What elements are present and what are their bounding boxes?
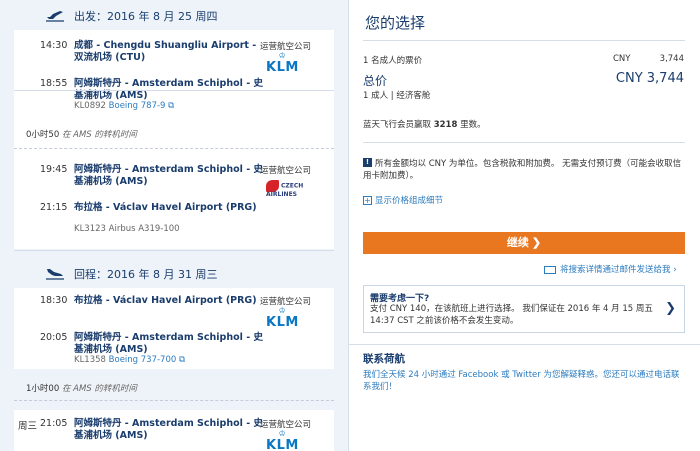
price-details-link[interactable]: + 显示价格组成细节 — [363, 194, 443, 206]
dep-place: 成都 - Chengdu Shuangliu Airport - 双流机场 (C… — [74, 40, 257, 63]
dep-time: 21:05 — [40, 418, 68, 429]
dep-place: 阿姆斯特丹 - Amsterdam Schiphol - 史基浦机场 (AMS) — [74, 418, 263, 441]
aircraft-link[interactable]: Boeing 737-700 — [109, 355, 177, 365]
summary-title: 您的选择 — [365, 14, 426, 32]
adult-fare-label: 1 名成人的票价 — [363, 56, 423, 66]
klm-logo: ♔ KLM — [266, 429, 299, 451]
contact-body[interactable]: 我们全天候 24 小时通过 Facebook 或 Twitter 为您解疑释惑。… — [363, 369, 685, 393]
dep-time: 19:45 — [40, 164, 68, 175]
total-sub: 1 成人 | 经济客舱 — [363, 91, 431, 101]
adult-fare-currency: CNY — [613, 54, 631, 64]
outbound-date: 出发：2016 年 8 月 25 周四 — [74, 10, 218, 23]
return-header: 回程：2016 年 8 月 31 周三 — [44, 264, 217, 284]
notice-body: 支付 CNY 140，在该航班上进行选择。 我们保证在 2016 年 4 月 1… — [370, 304, 653, 326]
total-value: CNY 3,744 — [615, 71, 684, 86]
arr-place: 布拉格 - Václav Havel Airport (PRG) — [74, 202, 257, 213]
summary-panel: 您的选择 1 名成人的票价 CNY 3,744 总价 CNY 3,744 1 成… — [348, 0, 700, 344]
plane-landing-icon — [46, 269, 64, 280]
carrier-label: 运营航空公司 — [260, 166, 312, 176]
arr-place: 阿姆斯特丹 - Amsterdam Schiphol - 史基浦机场 (AMS) — [74, 332, 263, 355]
dep-time: 14:30 — [40, 40, 68, 51]
crown-icon: ♔ — [278, 306, 287, 315]
plane-takeoff-icon — [46, 11, 64, 22]
dep-place: 阿姆斯特丹 - Amsterdam Schiphol - 史基浦机场 (AMS) — [74, 164, 263, 187]
klm-logo: ♔ KLM — [266, 306, 299, 331]
arr-time: 20:05 — [40, 332, 68, 343]
contact-title: 联系荷航 — [363, 353, 405, 365]
layover-info: 0小时50 在 AMS 的转机时间 — [26, 130, 137, 140]
plus-icon: + — [363, 196, 372, 205]
mail-icon — [544, 265, 556, 274]
external-link-icon[interactable]: ⧉ — [168, 101, 174, 111]
price-hold-notice[interactable]: 需要考虑一下? 支付 CNY 140，在该航班上进行选择。 我们保证在 2016… — [363, 285, 685, 333]
outbound-header: 出发：2016 年 8 月 25 周四 — [44, 6, 217, 26]
return-date: 回程：2016 年 8 月 31 周三 — [74, 268, 218, 281]
flight-number: KL3123 Airbus A319-100 — [74, 224, 180, 234]
dep-place: 布拉格 - Václav Havel Airport (PRG) — [74, 295, 257, 306]
crown-icon: ♔ — [278, 429, 287, 438]
summary-column: 您的选择 1 名成人的票价 CNY 3,744 总价 CNY 3,744 1 成… — [348, 0, 700, 451]
dep-time: 18:30 — [40, 295, 68, 306]
chevron-right-icon[interactable]: ❯ — [665, 301, 676, 316]
layover-info: 1小时00 在 AMS 的转机时间 — [26, 384, 137, 394]
itinerary-column: 出发：2016 年 8 月 25 周四 14:30 成都 - Chengdu S… — [0, 0, 348, 451]
aircraft-link[interactable]: Boeing 787-9 — [109, 101, 166, 111]
outbound-segment-2: 19:45 阿姆斯特丹 - Amsterdam Schiphol - 史基浦机场… — [14, 156, 334, 236]
return-segment-2: 周三 21:05 阿姆斯特丹 - Amsterdam Schiphol - 史基… — [14, 410, 334, 451]
czech-airlines-logo: CZECH AIRLINES — [266, 180, 334, 198]
continue-button[interactable]: 继续 ❯ — [363, 232, 685, 254]
flight-number: KL1358 Boeing 737-700 ⧉ — [74, 355, 186, 365]
flight-number: KL0892 Boeing 787-9 ⧉ — [74, 101, 175, 111]
info-note: ! 所有金额均以 CNY 为单位。包含税款和附加费。 无需支付预订费（可能会收取信… — [363, 158, 682, 181]
contact-panel: 联系荷航 我们全天候 24 小时通过 Facebook 或 Twitter 为您… — [348, 344, 700, 451]
adult-fare-value: 3,744 — [659, 54, 684, 64]
arr-time: 21:15 — [40, 202, 68, 213]
klm-logo: ♔ KLM — [266, 51, 299, 76]
arr-time: 18:55 — [40, 78, 68, 89]
miles-info: 蓝天飞行会员赢取 3218 里数。 — [363, 120, 486, 130]
email-search-link[interactable]: 将搜索详情通过邮件发送给我 › — [544, 263, 677, 275]
total-label: 总价 — [363, 74, 388, 88]
day-label: 周三 — [18, 421, 38, 432]
external-link-icon[interactable]: ⧉ — [179, 355, 185, 365]
crown-icon: ♔ — [278, 51, 287, 60]
info-icon: ! — [363, 158, 372, 167]
return-panel: 18:30 布拉格 - Václav Havel Airport (PRG) 运… — [14, 288, 334, 369]
